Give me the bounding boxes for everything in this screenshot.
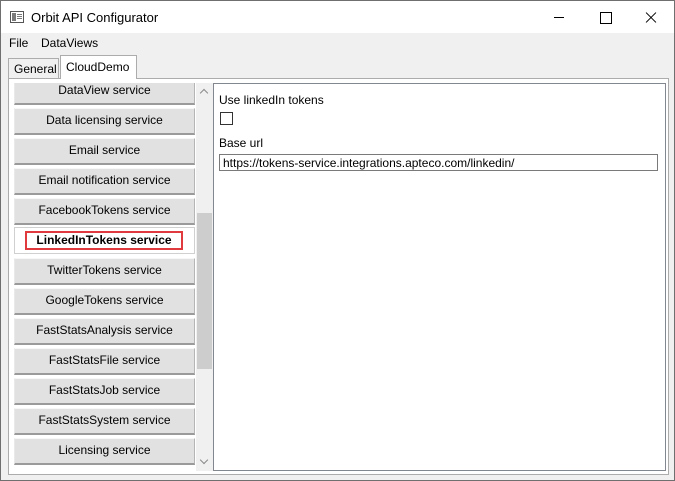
minimize-button[interactable] [536, 1, 582, 33]
tab-clouddemo[interactable]: CloudDemo [60, 55, 137, 79]
service-googletokens[interactable]: GoogleTokens service [14, 288, 195, 315]
base-url-label: Base url [219, 136, 264, 150]
scroll-up-arrow-icon[interactable] [196, 83, 213, 100]
settings-panel [213, 83, 666, 471]
service-email[interactable]: Email service [14, 138, 195, 165]
close-button[interactable] [628, 1, 674, 33]
menu-dataviews[interactable]: DataViews [41, 36, 98, 50]
use-tokens-checkbox[interactable] [220, 112, 233, 125]
scroll-down-arrow-icon[interactable] [196, 454, 213, 471]
window-title: Orbit API Configurator [31, 10, 159, 25]
service-linkedintokens[interactable]: LinkedInTokens service [14, 227, 195, 254]
service-faststatssystem[interactable]: FastStatsSystem service [14, 408, 195, 435]
app-window: Orbit API Configurator File DataViews Ge… [0, 0, 675, 481]
base-url-input[interactable] [219, 154, 658, 171]
selected-service-label: LinkedInTokens service [25, 231, 183, 250]
service-list-scrollbar[interactable] [196, 83, 213, 471]
service-email-notification[interactable]: Email notification service [14, 168, 195, 195]
service-list: DataView service Data licensing service … [14, 83, 196, 471]
menu-bar: File DataViews [1, 33, 674, 53]
service-dataview[interactable]: DataView service [14, 83, 195, 105]
use-tokens-label: Use linkedIn tokens [219, 93, 324, 107]
app-window-icon [10, 11, 24, 23]
service-faststatsanalysis[interactable]: FastStatsAnalysis service [14, 318, 195, 345]
service-faststatsfile[interactable]: FastStatsFile service [14, 348, 195, 375]
tab-general[interactable]: General [8, 58, 59, 78]
service-faststatsjob[interactable]: FastStatsJob service [14, 378, 195, 405]
maximize-button[interactable] [582, 1, 628, 33]
service-licensing[interactable]: Licensing service [14, 438, 195, 465]
scroll-thumb[interactable] [197, 213, 212, 369]
service-data-licensing[interactable]: Data licensing service [14, 108, 195, 135]
service-twittertokens[interactable]: TwitterTokens service [14, 258, 195, 285]
menu-file[interactable]: File [9, 36, 28, 50]
service-facebooktokens[interactable]: FacebookTokens service [14, 198, 195, 225]
title-bar[interactable]: Orbit API Configurator [1, 1, 674, 33]
